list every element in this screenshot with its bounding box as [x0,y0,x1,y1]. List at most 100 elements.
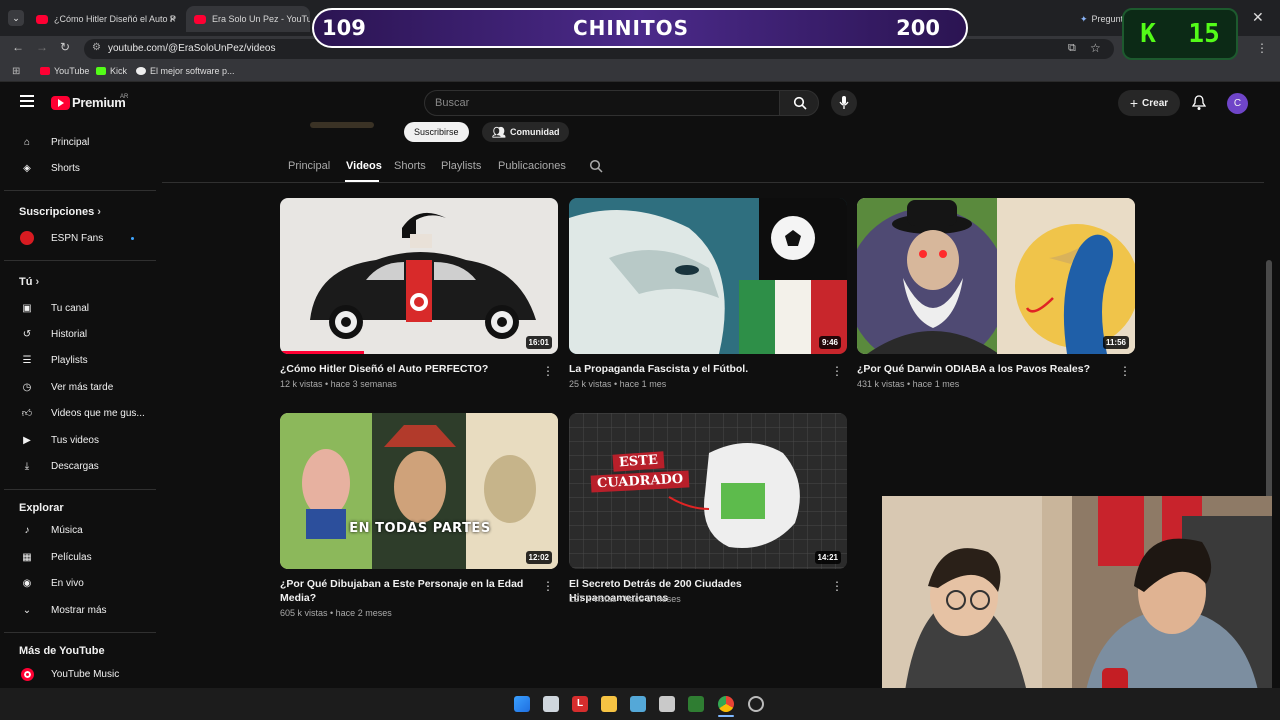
youtube-logo-text[interactable]: Premium [72,95,126,110]
more-options-icon[interactable]: ⋮ [1119,364,1131,378]
video-card[interactable]: 16:01 ¿Cómo Hitler Diseñó el Auto PERFEC… [280,198,558,389]
close-tab-icon[interactable]: × [169,12,176,26]
create-button[interactable]: + Crear [1118,90,1180,116]
video-thumbnail[interactable]: 9:46 [569,198,847,354]
install-app-icon[interactable]: ⧉ [1068,42,1076,55]
window-close-icon[interactable]: ✕ [1252,9,1264,26]
obs-icon[interactable] [748,696,764,712]
sidebar-item-espn-fans[interactable]: ESPN Fans [0,227,156,249]
sidebar-item-musica[interactable]: ♪ Música [0,519,156,541]
browser-tab-2[interactable]: Era Solo Un Pez - YouTube [186,6,310,32]
more-options-icon[interactable]: ⋮ [542,579,554,593]
apps-grid-icon[interactable]: ⊞ [12,66,20,77]
bookmark-star-icon[interactable]: ☆ [1090,41,1101,55]
calculator-icon[interactable] [659,696,675,712]
webcam-feed [882,496,1272,716]
app-screen-icon[interactable] [630,696,646,712]
video-card[interactable]: 9:46 La Propaganda Fascista y el Fútbol.… [569,198,847,389]
browser-tab-3[interactable]: ✦ Pregunt [1072,6,1128,32]
search-input[interactable]: Buscar [424,90,780,116]
search-button[interactable] [779,90,819,116]
file-explorer-icon[interactable] [601,696,617,712]
tab-shorts[interactable]: Shorts [394,160,426,172]
sidebar-item-principal[interactable]: ⌂ Principal [0,131,156,153]
subscriptions-heading[interactable]: Suscripciones › [19,206,101,218]
tab-playlists[interactable]: Playlists [441,160,481,172]
more-options-icon[interactable]: ⋮ [831,579,843,593]
stream-counter-overlay: 109 CHINITOS 200 [312,8,968,48]
tab-videos[interactable]: Videos [346,160,382,172]
sidebar-item-peliculas[interactable]: ▦ Películas [0,546,156,568]
sidebar-item-youtube-music[interactable]: YouTube Music [0,663,156,685]
video-duration: 16:01 [525,336,552,349]
video-title[interactable]: ¿Cómo Hitler Diseñó el Auto PERFECTO? [280,362,536,376]
channel-search-icon[interactable] [589,159,603,173]
channel-name-fragment [310,122,374,128]
bookmark-favicon-icon [136,67,146,75]
sidebar-item-descargas[interactable]: ⤓ Descargas [0,455,156,477]
notifications-bell-icon[interactable] [1192,95,1206,111]
chrome-icon[interactable] [718,696,734,712]
channel-header: Suscribirse 👥︎ Comunidad Principal Videos… [160,122,1270,184]
video-title[interactable]: ¿Por Qué Dibujaban a Este Personaje en l… [280,577,536,605]
video-thumbnail[interactable]: 16:01 [280,198,558,354]
subscribe-button[interactable]: Suscribirse [404,122,469,142]
forward-icon[interactable]: → [36,40,48,54]
reload-icon[interactable]: ↻ [60,40,70,54]
video-meta: 12 k vistas • hace 3 semanas [280,379,397,389]
more-options-icon[interactable]: ⋮ [831,364,843,378]
you-heading[interactable]: Tú › [19,276,39,288]
live-icon: ◉ [22,577,32,589]
watch-later-icon: ◷ [22,381,32,393]
video-thumbnail[interactable]: EN TODAS PARTES 12:02 [280,413,558,569]
sidebar-item-tus-videos[interactable]: ▶ Tus videos [0,429,156,451]
community-button[interactable]: 👥︎ Comunidad [482,122,570,142]
sidebar-item-tu-canal[interactable]: ▣ Tu canal [0,297,156,319]
sidebar-item-ver-mas-tarde[interactable]: ◷ Ver más tarde [0,376,156,398]
video-card[interactable]: 11:56 ¿Por Qué Darwin ODIABA a los Pavos… [857,198,1135,389]
watch-progress-bar [280,351,364,354]
video-title[interactable]: La Propaganda Fascista y el Fútbol. [569,362,825,376]
video-title[interactable]: ¿Por Qué Darwin ODIABA a los Pavos Reale… [857,362,1113,376]
video-duration: 12:02 [525,551,552,564]
divider [4,489,156,490]
more-from-youtube-heading: Más de YouTube [19,645,105,657]
menu-icon[interactable]: ⋮ [1256,41,1268,55]
video-thumbnail[interactable]: ESTE CUADRADO 14:21 [569,413,847,569]
video-meta: 605 k vistas • hace 2 meses [280,608,392,618]
plus-icon: + [1129,95,1139,111]
task-view-icon[interactable] [543,696,559,712]
youtube-music-icon [20,667,34,681]
tab-search-button[interactable]: ⌄ [8,10,24,26]
more-options-icon[interactable]: ⋮ [542,364,554,378]
video-card[interactable]: ESTE CUADRADO 14:21 El Secreto Detrás de… [569,413,847,604]
sidebar-item-shorts[interactable]: ◈ Shorts [0,157,156,179]
account-avatar[interactable]: C [1227,93,1248,114]
sidebar-item-historial[interactable]: ↺ Historial [0,323,156,345]
tab-principal[interactable]: Principal [288,160,330,172]
app-l-icon[interactable]: L [572,696,588,712]
history-icon: ↺ [22,328,32,340]
sidebar-item-liked[interactable]: 👍︎ Videos que me gus... [0,402,156,424]
app-monitor-icon[interactable] [688,696,704,712]
bookmark-software[interactable]: El mejor software p... [136,66,235,76]
tabs-divider [162,182,1264,183]
tab-publicaciones[interactable]: Publicaciones [498,160,566,172]
video-duration: 9:46 [818,336,841,349]
sidebar-item-en-vivo[interactable]: ◉ En vivo [0,572,156,594]
bookmark-youtube[interactable]: YouTube [40,66,89,76]
youtube-logo-icon[interactable] [51,96,70,110]
bookmark-kick[interactable]: Kick [96,66,127,76]
browser-tab-1[interactable]: ¿Cómo Hitler Diseñó el Auto P × [28,6,184,32]
start-menu-icon[interactable] [514,696,530,712]
sidebar-item-mostrar-mas[interactable]: ⌄ Mostrar más [0,599,156,621]
hamburger-menu-icon[interactable] [20,95,34,107]
sidebar-item-playlists[interactable]: ☰ Playlists [0,349,156,371]
site-info-icon[interactable]: ⚙ [92,42,101,53]
video-thumbnail[interactable]: 11:56 [857,198,1135,354]
video-card[interactable]: EN TODAS PARTES 12:02 ¿Por Qué Dibujaban… [280,413,558,618]
back-icon[interactable]: ← [12,40,24,54]
liked-icon: 👍︎ [21,408,33,419]
kick-viewer-count: 15 [1188,19,1220,49]
voice-search-button[interactable] [831,90,857,116]
